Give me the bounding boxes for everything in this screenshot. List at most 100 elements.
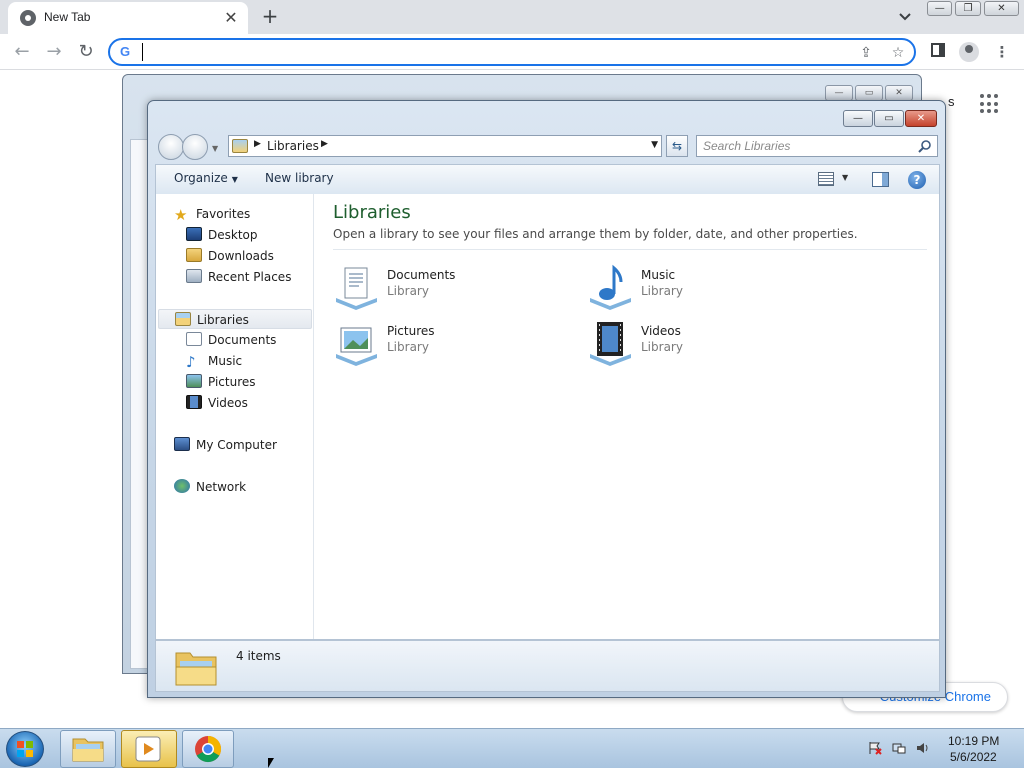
mouse-cursor-icon bbox=[268, 758, 274, 768]
search-icon[interactable] bbox=[918, 139, 932, 153]
music-library-icon bbox=[590, 264, 631, 310]
recent-places-icon bbox=[186, 269, 202, 283]
nav-item-desktop[interactable]: Desktop bbox=[186, 225, 258, 245]
google-g-icon: G bbox=[120, 44, 131, 59]
search-box[interactable] bbox=[696, 135, 938, 157]
view-options-dropdown-icon[interactable]: ▼ bbox=[842, 173, 848, 182]
forward-orb-icon[interactable] bbox=[182, 134, 208, 160]
library-item-music[interactable]: Music Library bbox=[587, 262, 827, 312]
library-type: Library bbox=[387, 284, 429, 298]
close-button[interactable]: ✕ bbox=[905, 110, 937, 127]
bg-close-button[interactable]: ✕ bbox=[885, 85, 913, 101]
reload-icon[interactable]: ↻ bbox=[74, 40, 98, 64]
command-bar: Organize ▼ New library ▼ ? bbox=[155, 164, 940, 194]
documents-icon bbox=[186, 332, 202, 346]
libraries-folder-icon bbox=[232, 139, 248, 153]
library-item-documents[interactable]: Documents Library bbox=[333, 262, 573, 312]
side-panel-icon[interactable] bbox=[926, 40, 950, 64]
address-input[interactable] bbox=[142, 43, 842, 61]
bg-minimize-button[interactable]: — bbox=[825, 85, 853, 101]
pictures-icon bbox=[186, 374, 202, 388]
library-name: Music bbox=[641, 268, 676, 282]
google-apps-icon[interactable] bbox=[980, 94, 1000, 114]
taskbar-chrome-button[interactable] bbox=[182, 730, 234, 768]
content-pane: Libraries Open a library to see your fil… bbox=[315, 194, 939, 639]
action-center-flag-icon[interactable] bbox=[868, 741, 882, 755]
new-tab-button[interactable]: + bbox=[258, 4, 282, 28]
breadcrumb-arrow-icon[interactable]: ▶ bbox=[321, 139, 328, 149]
change-view-icon[interactable] bbox=[818, 172, 834, 186]
nav-item-favorites[interactable]: ★ Favorites bbox=[174, 204, 250, 224]
start-button-windows-icon[interactable] bbox=[6, 731, 44, 767]
tab-close-button[interactable]: ✕ bbox=[222, 9, 240, 27]
nav-item-my-computer[interactable]: My Computer bbox=[174, 435, 277, 455]
nav-item-recent-places[interactable]: Recent Places bbox=[186, 267, 291, 287]
tab-search-chevron-icon[interactable] bbox=[894, 6, 916, 28]
explorer-body: ★ Favorites Desktop Downloads Recent Plac… bbox=[155, 194, 940, 640]
page-title: Libraries bbox=[333, 202, 411, 223]
nav-item-libraries[interactable]: Libraries bbox=[158, 309, 312, 329]
preview-pane-icon[interactable] bbox=[872, 172, 889, 187]
maximize-button[interactable]: ▭ bbox=[874, 110, 904, 127]
downloads-icon bbox=[186, 248, 202, 262]
organize-dropdown-icon: ▼ bbox=[231, 175, 238, 184]
music-note-icon: ♪ bbox=[186, 353, 196, 371]
tab-new-tab[interactable]: New Tab ✕ bbox=[8, 2, 248, 34]
volume-speaker-icon[interactable] bbox=[916, 741, 930, 755]
taskbar-explorer-button[interactable] bbox=[60, 730, 116, 768]
library-type: Library bbox=[387, 340, 429, 354]
libraries-icon bbox=[175, 312, 191, 326]
profile-avatar-icon[interactable] bbox=[959, 42, 979, 62]
taskbar-media-player-button[interactable] bbox=[121, 730, 177, 768]
nav-item-videos[interactable]: Videos bbox=[186, 393, 248, 413]
item-count: 4 items bbox=[236, 649, 281, 663]
libraries-explorer-window[interactable]: — ▭ ✕ ▼ ▶ Libraries ▶ ▼ ⇆ Organize▼ New … bbox=[147, 100, 946, 698]
new-library-button[interactable]: New library bbox=[265, 171, 334, 185]
refresh-icon[interactable]: ⇆ bbox=[666, 135, 688, 157]
libraries-folder-large-icon bbox=[175, 652, 217, 686]
back-arrow-icon[interactable]: ← bbox=[10, 40, 34, 64]
minimize-button[interactable]: — bbox=[843, 110, 873, 127]
chrome-menu-icon[interactable]: ⋮ bbox=[990, 40, 1014, 64]
media-player-icon bbox=[135, 736, 161, 762]
library-item-pictures[interactable]: Pictures Library bbox=[333, 318, 573, 368]
tab-title: New Tab bbox=[44, 10, 91, 24]
share-icon[interactable]: ⇪ bbox=[856, 43, 876, 63]
breadcrumb-arrow-icon[interactable]: ▶ bbox=[254, 139, 261, 149]
organize-button[interactable]: Organize ▼ bbox=[174, 171, 238, 185]
navigation-pane: ★ Favorites Desktop Downloads Recent Plac… bbox=[156, 194, 314, 639]
help-icon[interactable]: ? bbox=[908, 171, 926, 189]
system-tray: 10:19 PM 5/6/2022 bbox=[864, 729, 1024, 768]
ntp-link-fragment[interactable]: s bbox=[948, 94, 955, 109]
back-orb-icon[interactable] bbox=[158, 134, 184, 160]
omnibox[interactable]: G ⇪ ☆ bbox=[108, 38, 916, 66]
breadcrumb-libraries[interactable]: Libraries bbox=[267, 139, 319, 153]
clock-date[interactable]: 5/6/2022 bbox=[950, 750, 997, 764]
library-name: Videos bbox=[641, 324, 681, 338]
network-status-icon[interactable] bbox=[892, 741, 906, 755]
library-item-videos[interactable]: Videos Library bbox=[587, 318, 827, 368]
restore-button[interactable]: ❐ bbox=[955, 1, 981, 16]
chrome-icon bbox=[195, 735, 222, 763]
clock-time[interactable]: 10:19 PM bbox=[948, 734, 999, 748]
nav-item-network[interactable]: Network bbox=[174, 477, 246, 497]
address-bar[interactable]: ▶ Libraries ▶ ▼ bbox=[228, 135, 662, 157]
nav-item-music[interactable]: ♪ Music bbox=[186, 351, 242, 371]
nav-item-downloads[interactable]: Downloads bbox=[186, 246, 274, 266]
bg-maximize-button[interactable]: ▭ bbox=[855, 85, 883, 101]
forward-arrow-icon[interactable]: → bbox=[42, 40, 66, 64]
search-input[interactable] bbox=[703, 139, 913, 153]
minimize-button[interactable]: — bbox=[927, 1, 953, 16]
bookmark-star-icon[interactable]: ☆ bbox=[888, 43, 908, 63]
address-dropdown-icon[interactable]: ▼ bbox=[651, 140, 658, 150]
library-type: Library bbox=[641, 340, 683, 354]
library-type: Library bbox=[641, 284, 683, 298]
videos-icon bbox=[186, 395, 202, 409]
videos-library-icon bbox=[590, 322, 631, 366]
desktop-icon bbox=[186, 227, 202, 241]
nav-item-pictures[interactable]: Pictures bbox=[186, 372, 256, 392]
recent-pages-chevron-icon[interactable]: ▼ bbox=[212, 144, 218, 160]
computer-icon bbox=[174, 437, 190, 451]
close-button[interactable]: ✕ bbox=[983, 1, 1020, 16]
nav-item-documents[interactable]: Documents bbox=[186, 330, 276, 350]
